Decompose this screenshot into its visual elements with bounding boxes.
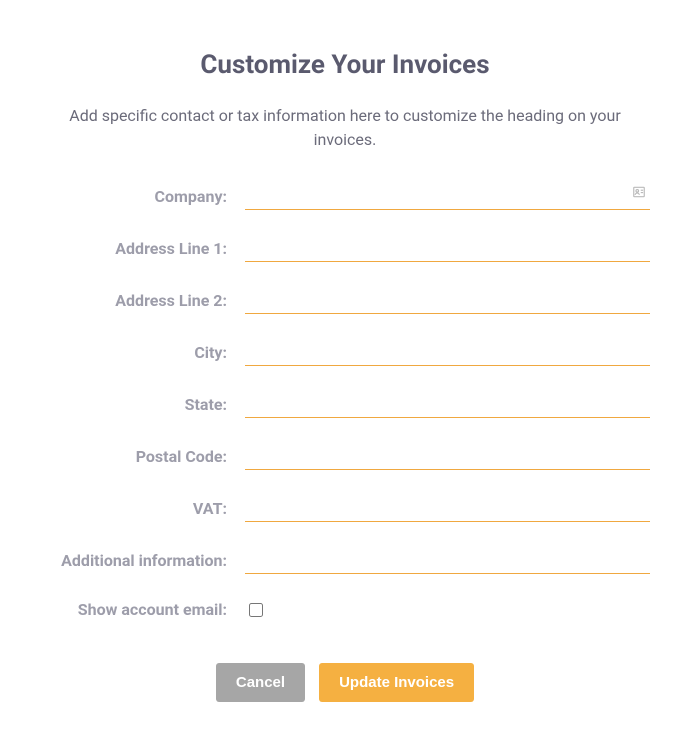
city-field[interactable] [245, 340, 650, 366]
customize-invoices-form: Customize Your Invoices Add specific con… [40, 50, 650, 702]
page-title: Customize Your Invoices [40, 50, 650, 80]
input-wrap-address1 [245, 236, 650, 262]
input-wrap-company [245, 184, 650, 210]
label-state: State: [40, 395, 245, 418]
label-postal: Postal Code: [40, 447, 245, 470]
additional-field[interactable] [245, 548, 650, 574]
cancel-button[interactable]: Cancel [216, 663, 305, 702]
address2-field[interactable] [245, 288, 650, 314]
label-address1: Address Line 1: [40, 239, 245, 262]
row-state: State: [40, 392, 650, 418]
input-wrap-city [245, 340, 650, 366]
address1-field[interactable] [245, 236, 650, 262]
row-address1: Address Line 1: [40, 236, 650, 262]
company-field[interactable] [245, 184, 650, 210]
label-vat: VAT: [40, 499, 245, 522]
input-wrap-state [245, 392, 650, 418]
input-wrap-additional [245, 548, 650, 574]
row-city: City: [40, 340, 650, 366]
state-field[interactable] [245, 392, 650, 418]
input-wrap-vat [245, 496, 650, 522]
label-address2: Address Line 2: [40, 291, 245, 314]
button-row: Cancel Update Invoices [40, 663, 650, 702]
label-additional: Additional information: [40, 551, 245, 574]
row-address2: Address Line 2: [40, 288, 650, 314]
row-company: Company: [40, 184, 650, 210]
label-city: City: [40, 343, 245, 366]
page-subtitle: Add specific contact or tax information … [40, 104, 650, 152]
postal-field[interactable] [245, 444, 650, 470]
input-wrap-postal [245, 444, 650, 470]
row-show-email: Show account email: [40, 600, 650, 619]
update-invoices-button[interactable]: Update Invoices [319, 663, 474, 702]
label-show-email: Show account email: [40, 600, 245, 619]
label-company: Company: [40, 187, 245, 210]
input-wrap-address2 [245, 288, 650, 314]
row-additional: Additional information: [40, 548, 650, 574]
contact-card-icon [632, 184, 646, 198]
row-postal: Postal Code: [40, 444, 650, 470]
vat-field[interactable] [245, 496, 650, 522]
show-email-checkbox[interactable] [249, 603, 263, 617]
row-vat: VAT: [40, 496, 650, 522]
